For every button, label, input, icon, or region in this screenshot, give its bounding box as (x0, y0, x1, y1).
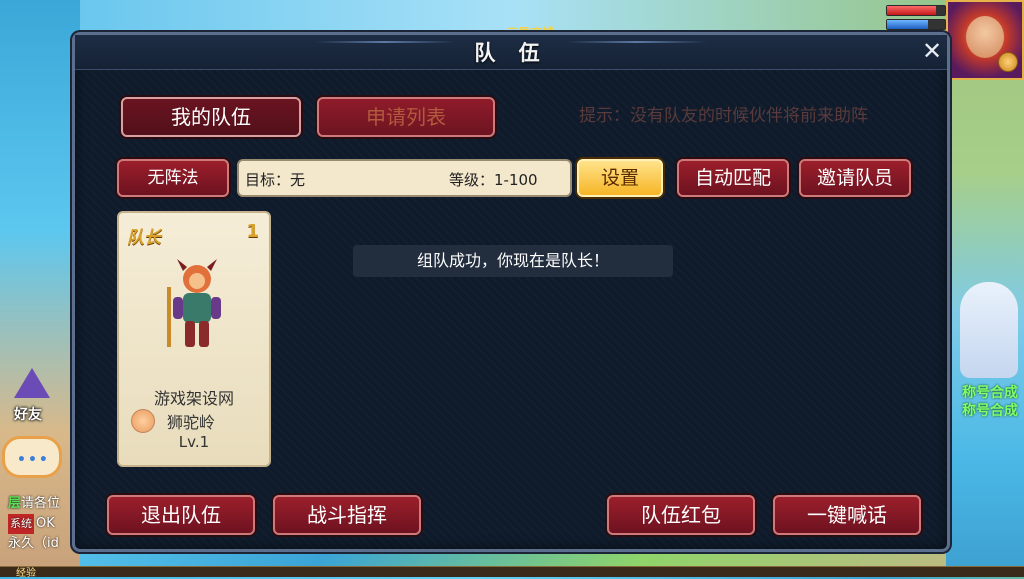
npc-title: 称号合成 称号合成 (962, 384, 1018, 420)
team-success-toast: 组队成功，你现在是队长！ (353, 245, 673, 277)
world-background-left (0, 0, 80, 576)
experience-bar (0, 566, 1024, 577)
portrait-face (966, 16, 1004, 58)
friend-label: 好友 (14, 407, 42, 423)
member-level: Lv.1 (178, 433, 210, 451)
sect-icon (131, 409, 155, 433)
npc-title-line: 称号合成 (962, 403, 1018, 419)
leave-team-button[interactable]: 退出队伍 (107, 495, 255, 535)
portrait-badge-icon (998, 52, 1018, 72)
hp-bar (886, 5, 946, 16)
member-name: 游戏架设网 (153, 389, 234, 408)
level-range-label: 等级：1-100 (449, 171, 538, 189)
character-sprite (167, 259, 221, 347)
formation-button[interactable]: 无阵法 (117, 159, 229, 197)
auto-match-button[interactable]: 自动匹配 (677, 159, 789, 197)
wizard-hat-icon (14, 368, 50, 398)
member-card[interactable]: 队长 1 游戏架设网 狮驼岭 Lv.1 (117, 211, 271, 467)
chat-button[interactable]: ••• (2, 436, 62, 478)
member-sect: 狮驼岭 (167, 413, 216, 432)
experience-label: 经验 (16, 568, 36, 579)
invite-member-button[interactable]: 邀请队员 (799, 159, 911, 197)
mp-bar (886, 19, 946, 30)
chat-channel-tag: 系统 (8, 514, 34, 534)
chat-line: 永久（id (8, 536, 59, 551)
team-red-packet-button[interactable]: 队伍红包 (607, 495, 755, 535)
npc-title-line: 称号合成 (962, 385, 1018, 401)
chat-feed: 层请各位 系统 OK 永久（id (8, 494, 60, 554)
chat-bubble-icon: ••• (17, 452, 50, 468)
member-slot-number: 1 (246, 221, 259, 242)
tab-application-list[interactable]: 申请列表 (317, 97, 495, 137)
shout-button[interactable]: 一键喊话 (773, 495, 921, 535)
settings-button[interactable]: 设置 (577, 159, 663, 197)
close-icon[interactable]: ✕ (921, 39, 943, 63)
chat-channel-tag: 层 (8, 496, 22, 511)
panel-titlebar: 队 伍 ✕ (75, 35, 947, 70)
team-hint: 提示：没有队友的时候伙伴将前来助阵 (579, 106, 868, 126)
member-role: 队长 (127, 228, 161, 248)
npc-figure[interactable] (960, 282, 1018, 378)
panel-title: 队 伍 (474, 41, 548, 65)
team-target-field[interactable]: 目标：无 等级：1-100 (237, 159, 572, 197)
chat-line: OK (36, 516, 55, 531)
target-label: 目标：无 (245, 171, 306, 189)
tab-my-team[interactable]: 我的队伍 (121, 97, 301, 137)
battle-command-button[interactable]: 战斗指挥 (273, 495, 421, 535)
chat-line: 请各位 (21, 496, 61, 511)
player-portrait[interactable] (946, 0, 1024, 80)
team-panel: 队 伍 ✕ 我的队伍 申请列表 提示：没有队友的时候伙伴将前来助阵 无阵法 目标… (72, 32, 950, 552)
